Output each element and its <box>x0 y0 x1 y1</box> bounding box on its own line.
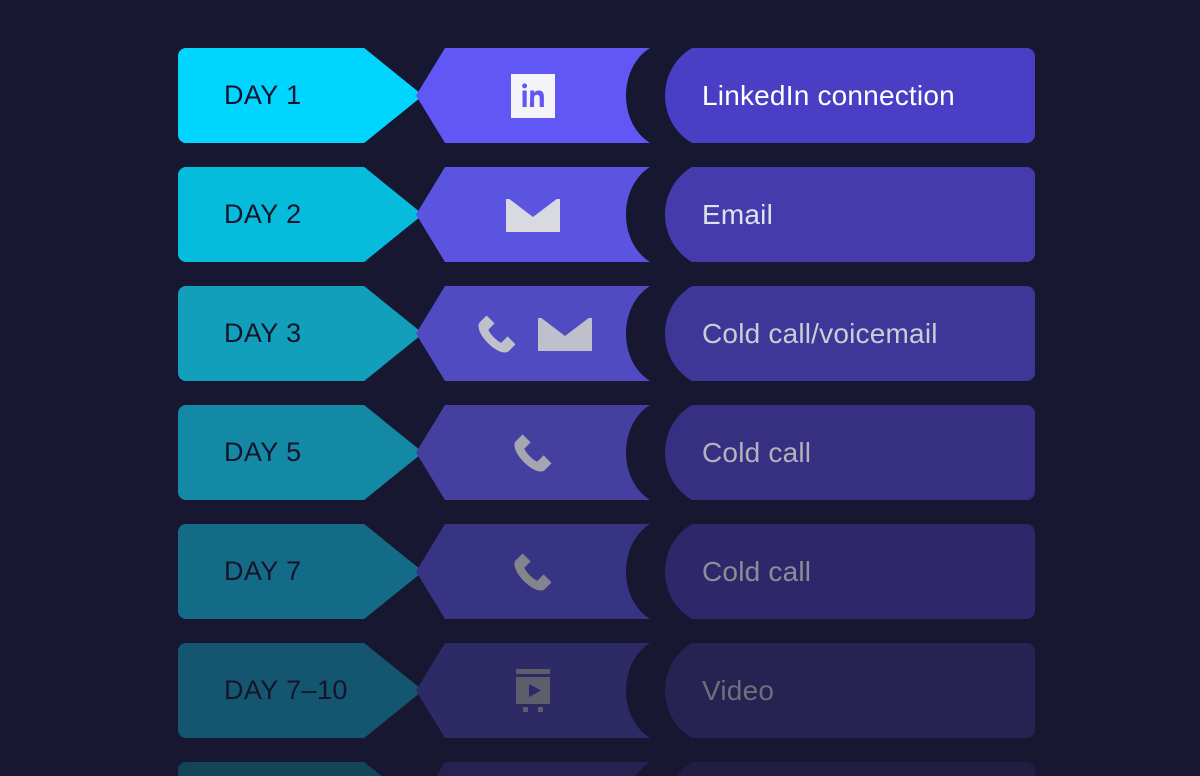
activity-label: LinkedIn connection <box>702 79 955 111</box>
phone-icon <box>508 428 558 478</box>
cadence-row[interactable]: DAY 7–10 Video <box>178 643 1035 738</box>
cadence-row[interactable]: DAY 5 Cold call <box>178 405 1035 500</box>
activity-label-panel[interactable]: Cold call <box>662 405 1035 500</box>
email-icon <box>504 193 562 237</box>
video-icon <box>510 667 556 715</box>
activity-label: Cold call/voicemail <box>702 317 938 349</box>
day-panel[interactable]: DAY 5 <box>178 405 423 500</box>
day-panel[interactable]: DAY 3 <box>178 286 423 381</box>
activity-icon-panel[interactable] <box>416 167 650 262</box>
day-panel[interactable]: DAY 2 <box>178 167 423 262</box>
day-panel[interactable]: DAY 7–10 <box>178 643 423 738</box>
activity-icon-panel[interactable] <box>416 286 650 381</box>
activity-label: Email <box>702 198 774 230</box>
activity-label-panel[interactable]: LinkedIn connection <box>662 48 1035 143</box>
activity-icon-panel[interactable] <box>416 524 650 619</box>
day-label: DAY 1 <box>224 80 302 110</box>
day-label: DAY 7–10 <box>224 675 348 705</box>
linkedin-icon <box>511 74 555 118</box>
activity-label-panel[interactable]: Cold call <box>662 524 1035 619</box>
day-label: DAY 3 <box>224 318 302 348</box>
cadence-row[interactable] <box>178 762 1035 776</box>
activity-label-panel[interactable]: Cold call/voicemail <box>662 286 1035 381</box>
activity-icon-panel[interactable] <box>416 48 650 143</box>
cadence-row[interactable]: DAY 2 Email <box>178 167 1035 262</box>
day-panel[interactable]: DAY 7 <box>178 524 423 619</box>
activity-icon-panel[interactable] <box>416 643 650 738</box>
activity-label-panel[interactable] <box>662 762 1035 776</box>
activity-icon-panel[interactable] <box>416 405 650 500</box>
day-label: DAY 7 <box>224 556 302 586</box>
day-label: DAY 2 <box>224 199 302 229</box>
activity-label: Cold call <box>702 555 812 587</box>
day-panel[interactable] <box>178 762 423 776</box>
cadence-row[interactable]: DAY 1 LinkedIn connection <box>178 48 1035 143</box>
activity-icon-panel[interactable] <box>416 762 650 776</box>
activity-label: Cold call <box>702 436 812 468</box>
day-panel[interactable]: DAY 1 <box>178 48 423 143</box>
activity-label-panel[interactable]: Email <box>662 167 1035 262</box>
phone-icon <box>472 309 522 359</box>
sales-cadence-timeline: DAY 1 LinkedIn connection DAY 2 Email DAY 3 C… <box>0 0 1200 776</box>
day-label: DAY 5 <box>224 437 302 467</box>
cadence-row[interactable]: DAY 3 Cold call/voicemail <box>178 286 1035 381</box>
email-icon <box>536 312 594 356</box>
activity-label: Video <box>702 674 775 706</box>
phone-icon <box>508 547 558 597</box>
cadence-row[interactable]: DAY 7 Cold call <box>178 524 1035 619</box>
activity-label-panel[interactable]: Video <box>662 643 1035 738</box>
